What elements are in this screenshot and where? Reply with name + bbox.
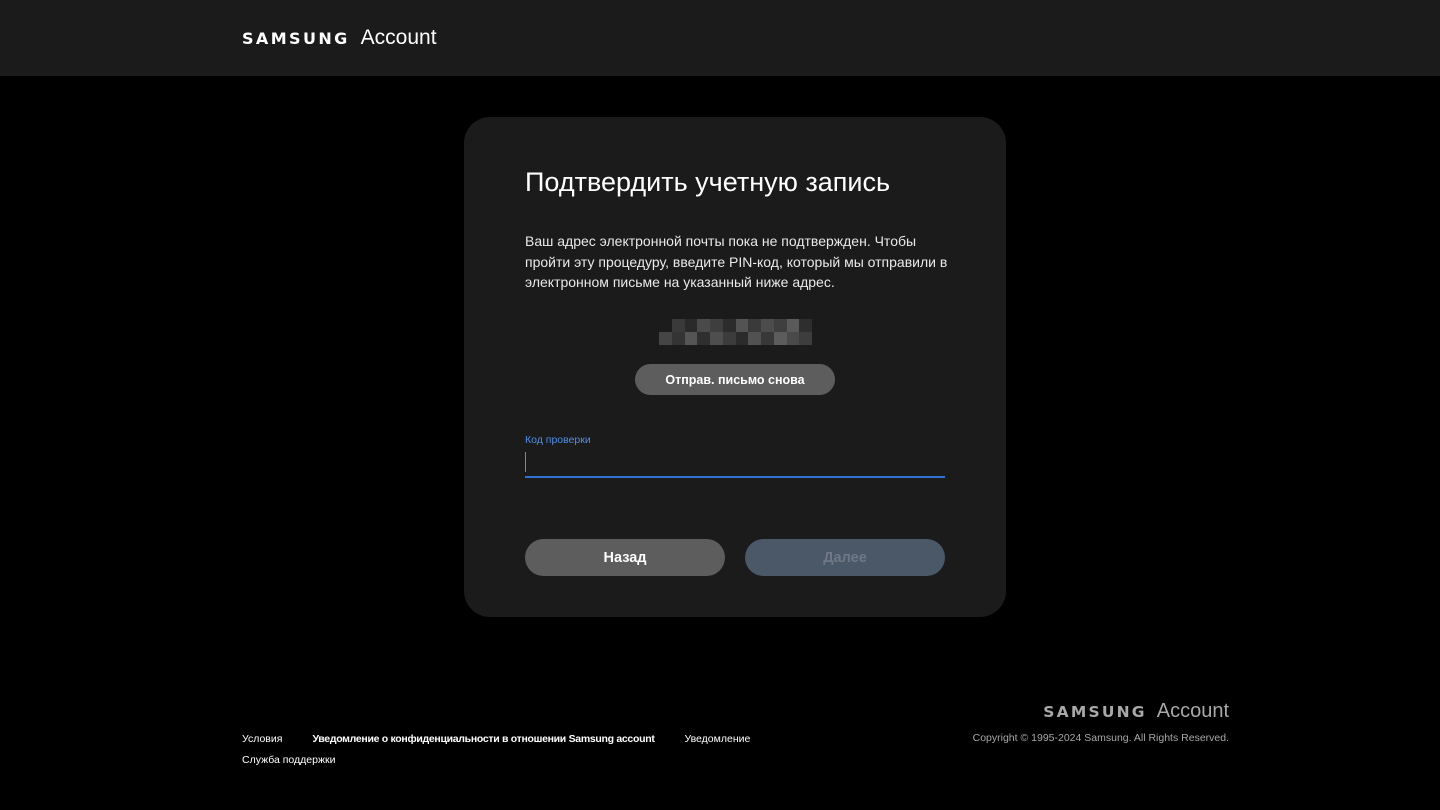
support-link[interactable]: Служба поддержки: [242, 754, 335, 766]
footer-logo-brand: SAMSUNG: [1043, 703, 1147, 721]
page: SAMSUNG Account Подтвердить учетную запи…: [0, 0, 1440, 810]
masked-email-pixel: [773, 319, 787, 332]
masked-email-pixel: [697, 319, 710, 332]
masked-email-pixel: [773, 332, 787, 345]
notice-link[interactable]: Уведомление: [685, 733, 751, 745]
masked-email-pixel: [748, 332, 761, 345]
back-button[interactable]: Назад: [525, 539, 725, 576]
masked-email-pixel: [799, 332, 812, 345]
footer-logo-product: Account: [1156, 700, 1229, 722]
masked-email-pixel: [671, 319, 685, 332]
masked-email-pixel: [735, 319, 749, 332]
verification-description: Ваш адрес электронной почты пока не подт…: [525, 233, 948, 290]
samsung-account-logo[interactable]: SAMSUNG Account: [242, 26, 437, 50]
terms-link[interactable]: Условия: [242, 733, 282, 745]
verification-code-input[interactable]: [525, 450, 945, 478]
footer-samsung-account-logo: SAMSUNG Account: [1043, 700, 1229, 723]
masked-email-pixel: [786, 319, 800, 332]
top-header: SAMSUNG Account: [0, 0, 1440, 76]
masked-email-pixel: [786, 332, 800, 345]
logo-brand: SAMSUNG: [242, 29, 350, 48]
masked-email-pixel: [684, 332, 698, 345]
footer-links-row: Служба поддержки: [242, 753, 750, 766]
masked-email-pixel: [735, 332, 749, 345]
logo-product: Account: [360, 26, 437, 49]
next-button: Далее: [745, 539, 945, 576]
footer-links-row: Условия Уведомление о конфиденциальности…: [242, 732, 750, 745]
masked-email-address: [659, 319, 812, 345]
verify-account-card: Подтвердить учетную запись Ваш адрес эле…: [464, 117, 1006, 617]
resend-email-button[interactable]: Отправ. письмо снова: [635, 364, 835, 395]
masked-email-pixel: [761, 332, 774, 345]
page-title: Подтвердить учетную запись: [525, 167, 891, 197]
verification-code-label: Код проверки: [525, 434, 591, 446]
masked-email-pixel: [659, 319, 672, 332]
masked-email-pixel: [799, 319, 812, 332]
masked-email-pixel: [710, 332, 723, 345]
footer-links: Условия Уведомление о конфиденциальности…: [242, 732, 750, 766]
masked-email-pixel: [710, 319, 723, 332]
masked-email-pixel: [761, 319, 774, 332]
masked-email-pixel: [722, 332, 736, 345]
masked-email-pixel: [671, 332, 685, 345]
masked-email-pixel: [748, 319, 761, 332]
masked-email-pixel: [684, 319, 698, 332]
copyright-text: Copyright © 1995-2024 Samsung. All Right…: [972, 732, 1229, 744]
masked-email-pixel: [659, 332, 672, 345]
masked-email-pixel: [697, 332, 710, 345]
text-caret: [525, 452, 526, 472]
privacy-notice-link[interactable]: Уведомление о конфиденциальности в отнош…: [312, 733, 654, 745]
masked-email-pixel: [722, 319, 736, 332]
